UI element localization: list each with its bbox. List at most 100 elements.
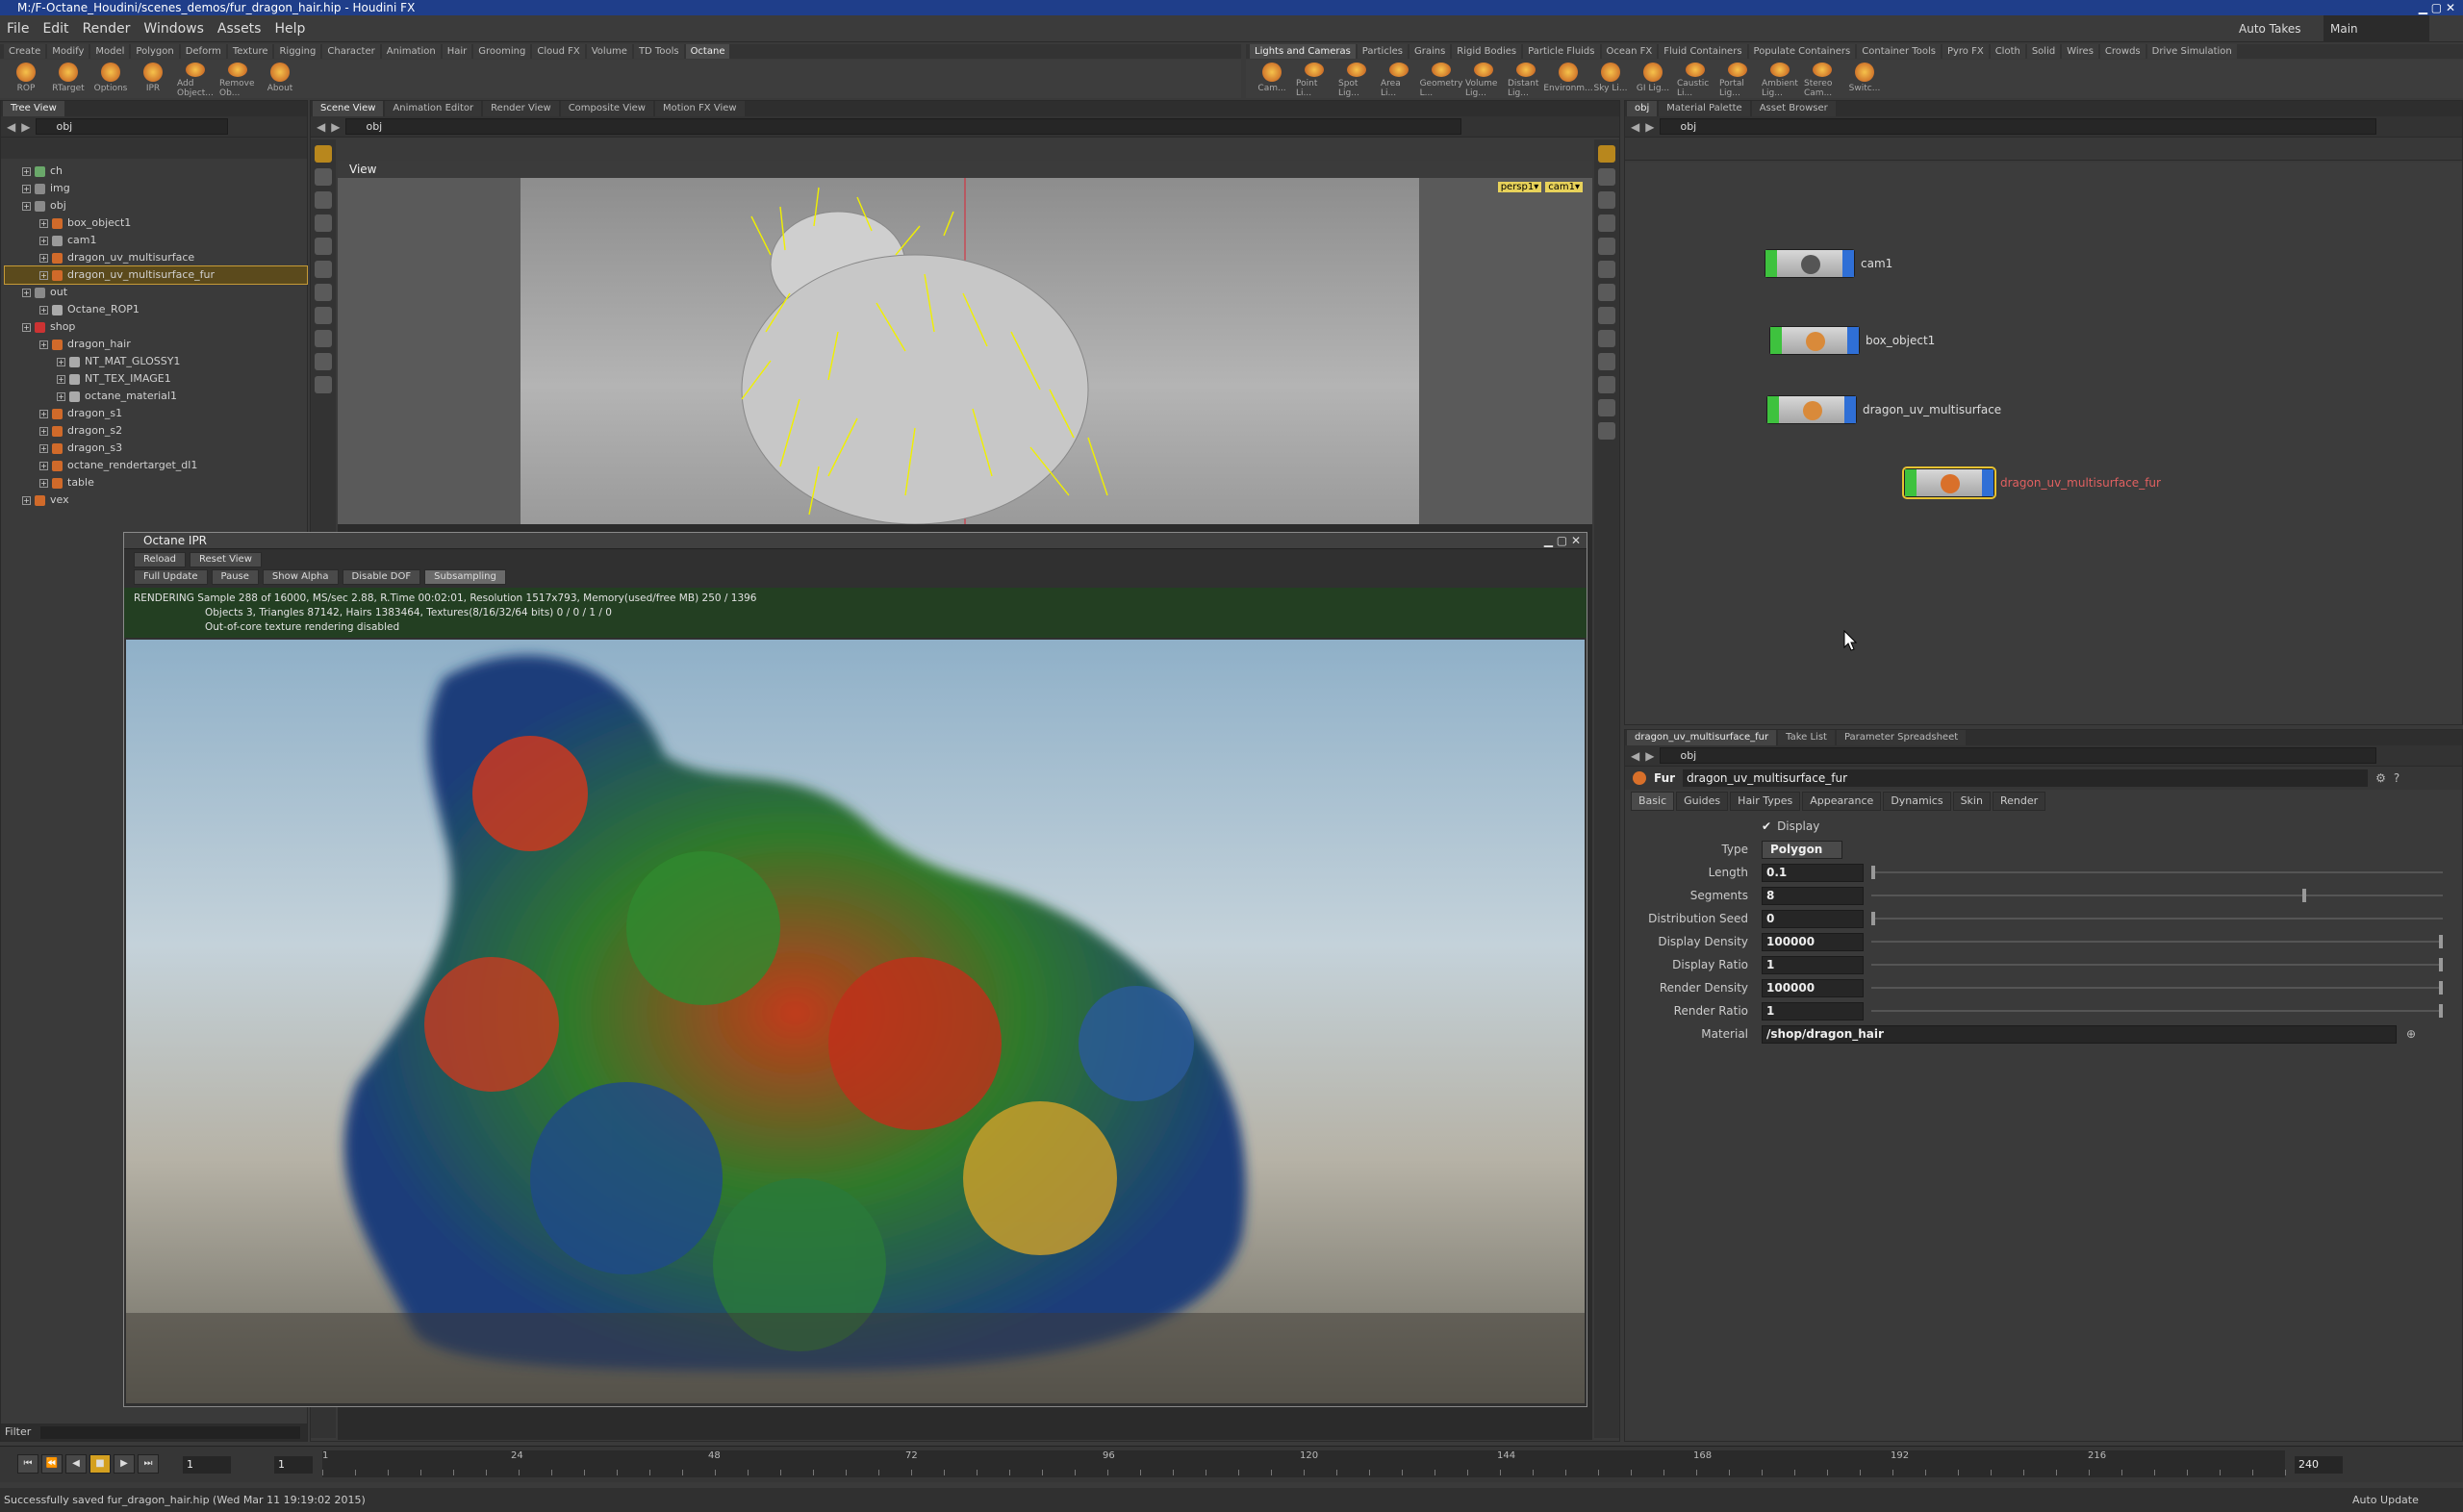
shelf-tool-sky-li[interactable]: Sky Li... <box>1592 60 1629 98</box>
shelf-tool-gi-lig[interactable]: GI Lig... <box>1635 60 1671 98</box>
subtab-render[interactable]: Render <box>1992 792 2046 811</box>
tree-item-dragon-hair[interactable]: + dragon_hair <box>5 336 307 353</box>
tab-animation-editor[interactable]: Animation Editor <box>385 101 482 116</box>
menu-edit[interactable]: Edit <box>36 15 75 42</box>
shelf-tool-area-li[interactable]: Area Li... <box>1381 60 1417 98</box>
tree-item-obj[interactable]: + obj <box>5 197 307 214</box>
shelf-tab-octane[interactable]: Octane <box>685 44 730 59</box>
expand-icon[interactable]: + <box>57 391 65 401</box>
subtab-hair-types[interactable]: Hair Types <box>1730 792 1801 811</box>
expand-icon[interactable]: + <box>39 461 48 470</box>
window-controls[interactable]: ▁ ▢ ✕ <box>2419 0 2455 15</box>
start-frame-field[interactable]: 1 <box>274 1456 313 1474</box>
forward-arrow-icon[interactable]: ▶ <box>1645 120 1654 134</box>
forward-arrow-icon[interactable]: ▶ <box>21 120 30 134</box>
expand-icon[interactable]: + <box>39 478 48 488</box>
shelf-tab-populate-containers[interactable]: Populate Containers <box>1748 44 1856 59</box>
subsampling-button[interactable]: Subsampling <box>424 568 506 585</box>
tree-item-dragon-s1[interactable]: + dragon_s1 <box>5 405 307 422</box>
tab-composite-view[interactable]: Composite View <box>560 101 653 116</box>
shelf-tool-distant-lig[interactable]: Distant Lig... <box>1508 60 1544 98</box>
param-field-render-ratio[interactable]: 1 <box>1762 1001 1864 1021</box>
shelf-tab-td-tools[interactable]: TD Tools <box>633 44 684 59</box>
filter-input[interactable] <box>39 1425 300 1439</box>
params-path-field[interactable]: obj <box>1660 747 2377 764</box>
stop-icon[interactable]: ■ <box>89 1454 111 1474</box>
expand-icon[interactable]: + <box>39 305 48 315</box>
shelf-tool-spot-lig[interactable]: Spot Lig... <box>1338 60 1375 98</box>
slider-knob[interactable] <box>2439 958 2443 971</box>
back-arrow-icon[interactable]: ◀ <box>1631 120 1639 134</box>
tree-item-table[interactable]: + table <box>5 474 307 491</box>
node-tile[interactable] <box>1769 326 1860 355</box>
menu-assets[interactable]: Assets <box>211 15 268 42</box>
tree-item-out[interactable]: + out <box>5 284 307 301</box>
node-chooser-icon[interactable]: ⊕ <box>2406 1027 2416 1041</box>
shelf-tool-environm[interactable]: Environm... <box>1543 60 1593 98</box>
expand-icon[interactable]: + <box>22 322 31 332</box>
tab-scene-view[interactable]: Scene View <box>313 101 384 116</box>
tree-item-img[interactable]: + img <box>5 180 307 197</box>
node-tile[interactable] <box>1902 466 1996 499</box>
shelf-tab-polygon[interactable]: Polygon <box>131 44 179 59</box>
tree-item-dragon-s2[interactable]: + dragon_s2 <box>5 422 307 440</box>
viewer-path-field[interactable]: obj <box>345 118 1462 135</box>
reload-button[interactable]: Reload <box>134 551 187 567</box>
expand-icon[interactable]: + <box>39 253 48 263</box>
menu-windows[interactable]: Windows <box>137 15 211 42</box>
shelf-tool-volume-lig[interactable]: Volume Lig... <box>1465 60 1502 98</box>
shelf-tool-add-object[interactable]: Add Object... <box>177 60 214 98</box>
slider-knob[interactable] <box>2439 935 2443 948</box>
shelf-tab-hair[interactable]: Hair <box>442 44 472 59</box>
subtab-basic[interactable]: Basic <box>1631 792 1675 811</box>
tab-obj[interactable]: obj <box>1627 101 1658 116</box>
show-alpha-button[interactable]: Show Alpha <box>262 568 339 585</box>
tab-render-view[interactable]: Render View <box>483 101 559 116</box>
tree-item-nt-mat-glossy1[interactable]: + NT_MAT_GLOSSY1 <box>5 353 307 370</box>
expand-icon[interactable]: + <box>39 236 48 245</box>
shelf-tab-rigid-bodies[interactable]: Rigid Bodies <box>1452 44 1522 59</box>
play-icon[interactable]: ▶ <box>114 1454 135 1474</box>
expand-icon[interactable]: + <box>22 166 31 176</box>
tree-item-cam1[interactable]: + cam1 <box>5 232 307 249</box>
expand-icon[interactable]: + <box>57 357 65 366</box>
ipr-window-controls[interactable]: ▁ ▢ ✕ <box>1544 533 1581 549</box>
full-update-button[interactable]: Full Update <box>134 568 208 585</box>
slider-knob[interactable] <box>2302 889 2306 902</box>
network-canvas[interactable]: cam1 box_object1 dragon_uv_multisurface … <box>1625 163 2462 724</box>
auto-update-select[interactable]: Auto Update <box>2352 1488 2419 1512</box>
tree-item-box-object1[interactable]: + box_object1 <box>5 214 307 232</box>
play-reverse-icon[interactable]: ◀ <box>65 1454 87 1474</box>
expand-icon[interactable]: + <box>22 184 31 193</box>
param-field-distribution-seed[interactable]: 0 <box>1762 909 1864 928</box>
shelf-tool-geometry-l[interactable]: Geometry L... <box>1420 60 1462 98</box>
shelf-tab-container-tools[interactable]: Container Tools <box>1857 44 1941 59</box>
forward-arrow-icon[interactable]: ▶ <box>1645 749 1654 763</box>
help-icon[interactable]: ? <box>2394 771 2400 785</box>
param-slider[interactable] <box>1871 912 2443 925</box>
expand-icon[interactable]: + <box>22 288 31 297</box>
menu-render[interactable]: Render <box>76 15 138 42</box>
shelf-tab-texture[interactable]: Texture <box>227 44 273 59</box>
shelf-tool-about[interactable]: About <box>262 60 298 98</box>
node-cam1[interactable]: cam1 <box>1765 249 1892 278</box>
param-field-length[interactable]: 0.1 <box>1762 863 1864 882</box>
param-field-segments[interactable]: 8 <box>1762 886 1864 905</box>
shelf-tab-deform[interactable]: Deform <box>180 44 226 59</box>
viewer-right-toolbar[interactable] <box>1594 139 1619 1438</box>
tree-item-dragon-uv-multisurface[interactable]: + dragon_uv_multisurface <box>5 249 307 266</box>
shelf-tab-pyro-fx[interactable]: Pyro FX <box>1942 44 1989 59</box>
expand-icon[interactable]: + <box>22 201 31 211</box>
tab-parameter-spreadsheet[interactable]: Parameter Spreadsheet <box>1836 730 1967 745</box>
shelf-tool-caustic-li[interactable]: Caustic Li... <box>1677 60 1714 98</box>
shelf-tab-lights-and-cameras[interactable]: Lights and Cameras <box>1250 44 1356 59</box>
slider-knob[interactable] <box>1871 912 1875 925</box>
shelf-tool-ambient-lig[interactable]: Ambient Lig... <box>1762 60 1798 98</box>
tree-item-dragon-s3[interactable]: + dragon_s3 <box>5 440 307 457</box>
param-slider[interactable] <box>1871 935 2443 948</box>
tab-material-palette[interactable]: Material Palette <box>1659 101 1750 116</box>
shelf-tool-ipr[interactable]: IPR <box>135 60 171 98</box>
shelf-tool-portal-lig[interactable]: Portal Lig... <box>1719 60 1756 98</box>
shelf-tab-particle-fluids[interactable]: Particle Fluids <box>1523 44 1600 59</box>
type-select[interactable]: Polygon <box>1762 840 1842 859</box>
